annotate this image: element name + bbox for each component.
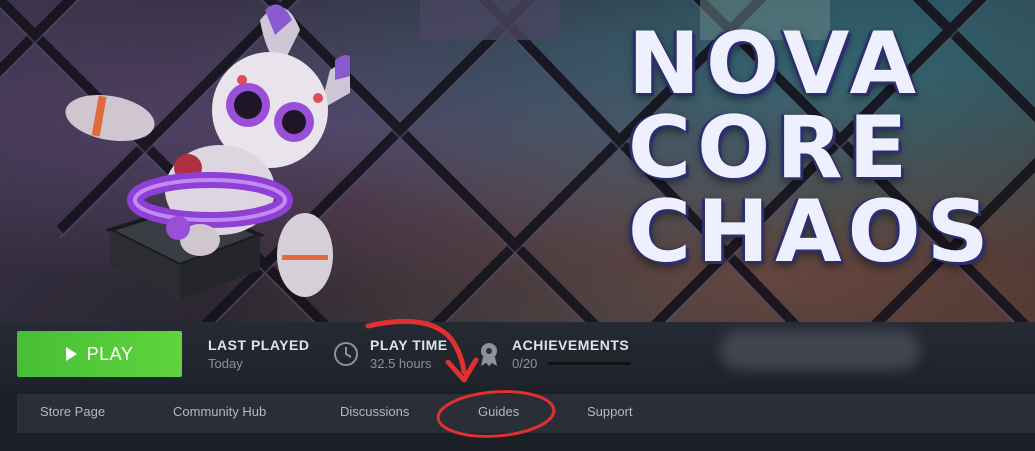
subnav-community-hub[interactable]: Community Hub bbox=[173, 404, 266, 419]
game-subnav bbox=[17, 394, 1035, 433]
play-time-title: PLAY TIME bbox=[370, 337, 448, 353]
achievements-stat[interactable]: ACHIEVEMENTS 0/20 bbox=[512, 337, 629, 371]
blurred-region bbox=[720, 330, 920, 370]
last-played-value: Today bbox=[208, 356, 243, 371]
game-hero-art: NOVA CORE CHAOS bbox=[0, 0, 1035, 322]
last-played-title: LAST PLAYED bbox=[208, 337, 310, 353]
subnav-discussions[interactable]: Discussions bbox=[340, 404, 409, 419]
gear-badge-icon bbox=[481, 343, 497, 366]
game-logo: NOVA CORE CHAOS bbox=[628, 14, 995, 282]
subnav-store-page[interactable]: Store Page bbox=[40, 404, 105, 419]
play-button[interactable]: PLAY bbox=[17, 331, 182, 377]
play-label: PLAY bbox=[86, 343, 134, 364]
clock-icon bbox=[334, 342, 358, 366]
play-time-value: 32.5 hours bbox=[370, 356, 432, 371]
logo-line: NOVA bbox=[628, 14, 923, 114]
subnav-guides[interactable]: Guides bbox=[478, 404, 519, 419]
subnav-support[interactable]: Support bbox=[587, 404, 633, 419]
achievements-progress-bar bbox=[548, 362, 630, 365]
robot-mascot-art bbox=[65, 4, 350, 300]
last-played-stat: LAST PLAYED Today bbox=[208, 337, 309, 371]
play-time-stat: PLAY TIME 32.5 hours bbox=[370, 337, 448, 371]
achievements-title: ACHIEVEMENTS bbox=[512, 337, 630, 353]
play-triangle-icon bbox=[65, 347, 77, 361]
logo-line: CHAOS bbox=[628, 182, 995, 282]
logo-line: CORE bbox=[628, 98, 914, 198]
